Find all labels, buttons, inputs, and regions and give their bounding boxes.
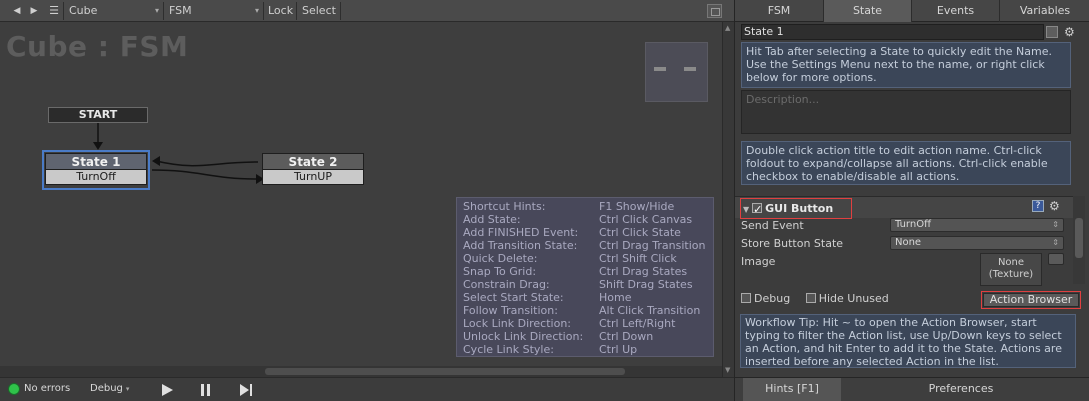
description-field[interactable]: Description... — [741, 90, 1071, 134]
status-led-icon — [8, 383, 20, 395]
tab-events[interactable]: Events — [912, 0, 1000, 22]
tab-variables[interactable]: Variables — [1000, 0, 1089, 22]
menu-icon[interactable]: ☰ — [47, 3, 61, 19]
pause-button[interactable] — [196, 381, 216, 399]
step-icon — [240, 384, 252, 396]
hint-row: Shortcut Hints: F1 Show/Hide — [463, 200, 675, 213]
state-name-help: Hit Tab after selecting a State to quick… — [741, 42, 1071, 88]
fsm-name-dropdown[interactable]: FSM ▾ — [165, 3, 263, 19]
pause-icon — [201, 384, 210, 396]
hint-row: Add Transition State: Ctrl Drag Transitio… — [463, 239, 706, 252]
action-enabled-checkbox[interactable] — [752, 200, 762, 219]
hint-row: Lock Link Direction: Ctrl Left/Right — [463, 317, 676, 330]
shortcut-hints-panel: Shortcut Hints: F1 Show/Hide Add State: Ct… — [456, 197, 714, 357]
chevron-down-icon: ⇕ — [1052, 220, 1059, 229]
start-node[interactable]: START — [48, 107, 148, 123]
status-bar: No errors Debug ▾ — [0, 377, 734, 401]
forward-arrow-icon[interactable]: ▶ — [27, 3, 41, 19]
scroll-down-icon[interactable]: ▼ — [725, 366, 730, 374]
tab-state[interactable]: State — [824, 0, 912, 22]
action-browser-button[interactable]: Action Browser — [983, 293, 1079, 307]
chevron-down-icon: ▾ — [125, 385, 130, 393]
hint-row: Add State: Ctrl Click Canvas — [463, 213, 693, 226]
action-help: Double click action title to edit action… — [741, 141, 1071, 185]
debug-dropdown[interactable]: Debug ▾ — [90, 383, 129, 394]
hint-row: Quick Delete: Ctrl Shift Click — [463, 252, 677, 265]
canvas-horizontal-scrollbar[interactable] — [0, 366, 722, 377]
store-button-state-dropdown[interactable]: None ⇕ — [890, 236, 1064, 250]
store-button-state-value: None — [895, 237, 922, 248]
texture-value: None — [997, 257, 1025, 268]
graph-toolbar: ◀ ▶ ☰ Cube ▾ FSM ▾ Lock Select — [0, 0, 734, 22]
state-title: State 2 — [262, 153, 364, 170]
step-button[interactable] — [236, 381, 256, 399]
hint-row: Cycle Link Style: Ctrl Up — [463, 343, 638, 356]
hide-unused-checkbox[interactable] — [805, 293, 816, 303]
fsm-name-label: FSM — [169, 4, 192, 17]
debug-checkbox[interactable] — [741, 293, 751, 303]
hint-row: Follow Transition: Alt Click Transition — [463, 304, 701, 317]
gear-icon[interactable]: ⚙ — [1049, 199, 1063, 213]
chevron-down-icon: ▾ — [154, 6, 159, 15]
hints-button[interactable]: Hints [F1] — [743, 378, 841, 401]
action-title: GUI Button — [765, 202, 834, 215]
hint-row: Select Start State: Home — [463, 291, 632, 304]
debug-checkbox-label: Debug — [754, 292, 791, 305]
image-texture-field[interactable]: None (Texture) — [980, 253, 1042, 286]
select-button[interactable]: Select — [302, 3, 336, 19]
state-transition[interactable]: TurnUP — [262, 170, 364, 185]
texture-menu-button[interactable] — [1048, 253, 1064, 265]
scrollbar-thumb[interactable] — [265, 368, 625, 375]
chevron-down-icon: ⇕ — [1052, 238, 1059, 247]
play-icon — [162, 384, 173, 396]
tab-fsm[interactable]: FSM — [735, 0, 824, 22]
image-label: Image — [741, 255, 776, 268]
play-button[interactable] — [157, 381, 177, 399]
error-status[interactable]: No errors — [24, 383, 70, 394]
hint-row: Add FINISHED Event: Ctrl Click State — [463, 226, 681, 239]
state-name-field[interactable]: State 1 — [741, 24, 1044, 40]
inspector-tabs: FSM State Events Variables — [735, 0, 1089, 22]
inspector-scrollbar[interactable] — [1073, 196, 1085, 284]
scroll-up-icon[interactable]: ▲ — [725, 24, 730, 32]
hint-row: Unlock Link Direction: Ctrl Down — [463, 330, 654, 343]
maximize-icon[interactable] — [707, 4, 722, 18]
graph-canvas[interactable]: Cube : FSM START State 1 TurnOff State 2… — [0, 22, 722, 377]
send-event-value: TurnOff — [895, 219, 931, 230]
debug-label: Debug — [90, 383, 123, 394]
lock-button[interactable]: Lock — [268, 3, 293, 19]
canvas-vertical-scrollbar[interactable]: ▲ ▼ — [722, 22, 734, 377]
fsm-target-dropdown[interactable]: Cube ▾ — [65, 3, 163, 19]
state-title: State 1 — [45, 153, 147, 170]
inspector-bottom-tabs: Hints [F1] Preferences — [735, 377, 1089, 401]
send-event-dropdown[interactable]: TurnOff ⇕ — [890, 218, 1064, 232]
hint-row: Snap To Grid: Ctrl Drag States — [463, 265, 688, 278]
help-icon[interactable]: ? — [1032, 200, 1044, 212]
hide-unused-label: Hide Unused — [818, 292, 889, 305]
gear-icon[interactable]: ⚙ — [1064, 25, 1078, 39]
texture-type: (Texture) — [988, 269, 1034, 280]
scrollbar-thumb[interactable] — [1075, 218, 1083, 258]
action-header[interactable]: ▼ GUI Button ? ⚙ — [735, 196, 1073, 219]
hint-row: Constrain Drag: Shift Drag States — [463, 278, 693, 291]
state-node-1[interactable]: State 1 TurnOff — [42, 150, 150, 190]
back-arrow-icon[interactable]: ◀ — [10, 3, 24, 19]
fsm-target-label: Cube — [69, 4, 98, 17]
state-color-swatch[interactable] — [1046, 26, 1058, 38]
state-transition[interactable]: TurnOff — [45, 170, 147, 185]
action-browser-highlight: Action Browser — [981, 291, 1081, 309]
chevron-down-icon: ▾ — [254, 6, 259, 15]
foldout-arrow-icon[interactable]: ▼ — [743, 205, 749, 214]
action-title-box[interactable]: ▼ GUI Button — [740, 198, 852, 219]
state-node-2[interactable]: State 2 TurnUP — [262, 153, 364, 187]
send-event-label: Send Event — [741, 219, 804, 232]
preferences-button[interactable]: Preferences — [913, 378, 1009, 401]
workflow-tip: Workflow Tip: Hit ~ to open the Action B… — [740, 314, 1076, 368]
store-button-state-label: Store Button State — [741, 237, 844, 250]
